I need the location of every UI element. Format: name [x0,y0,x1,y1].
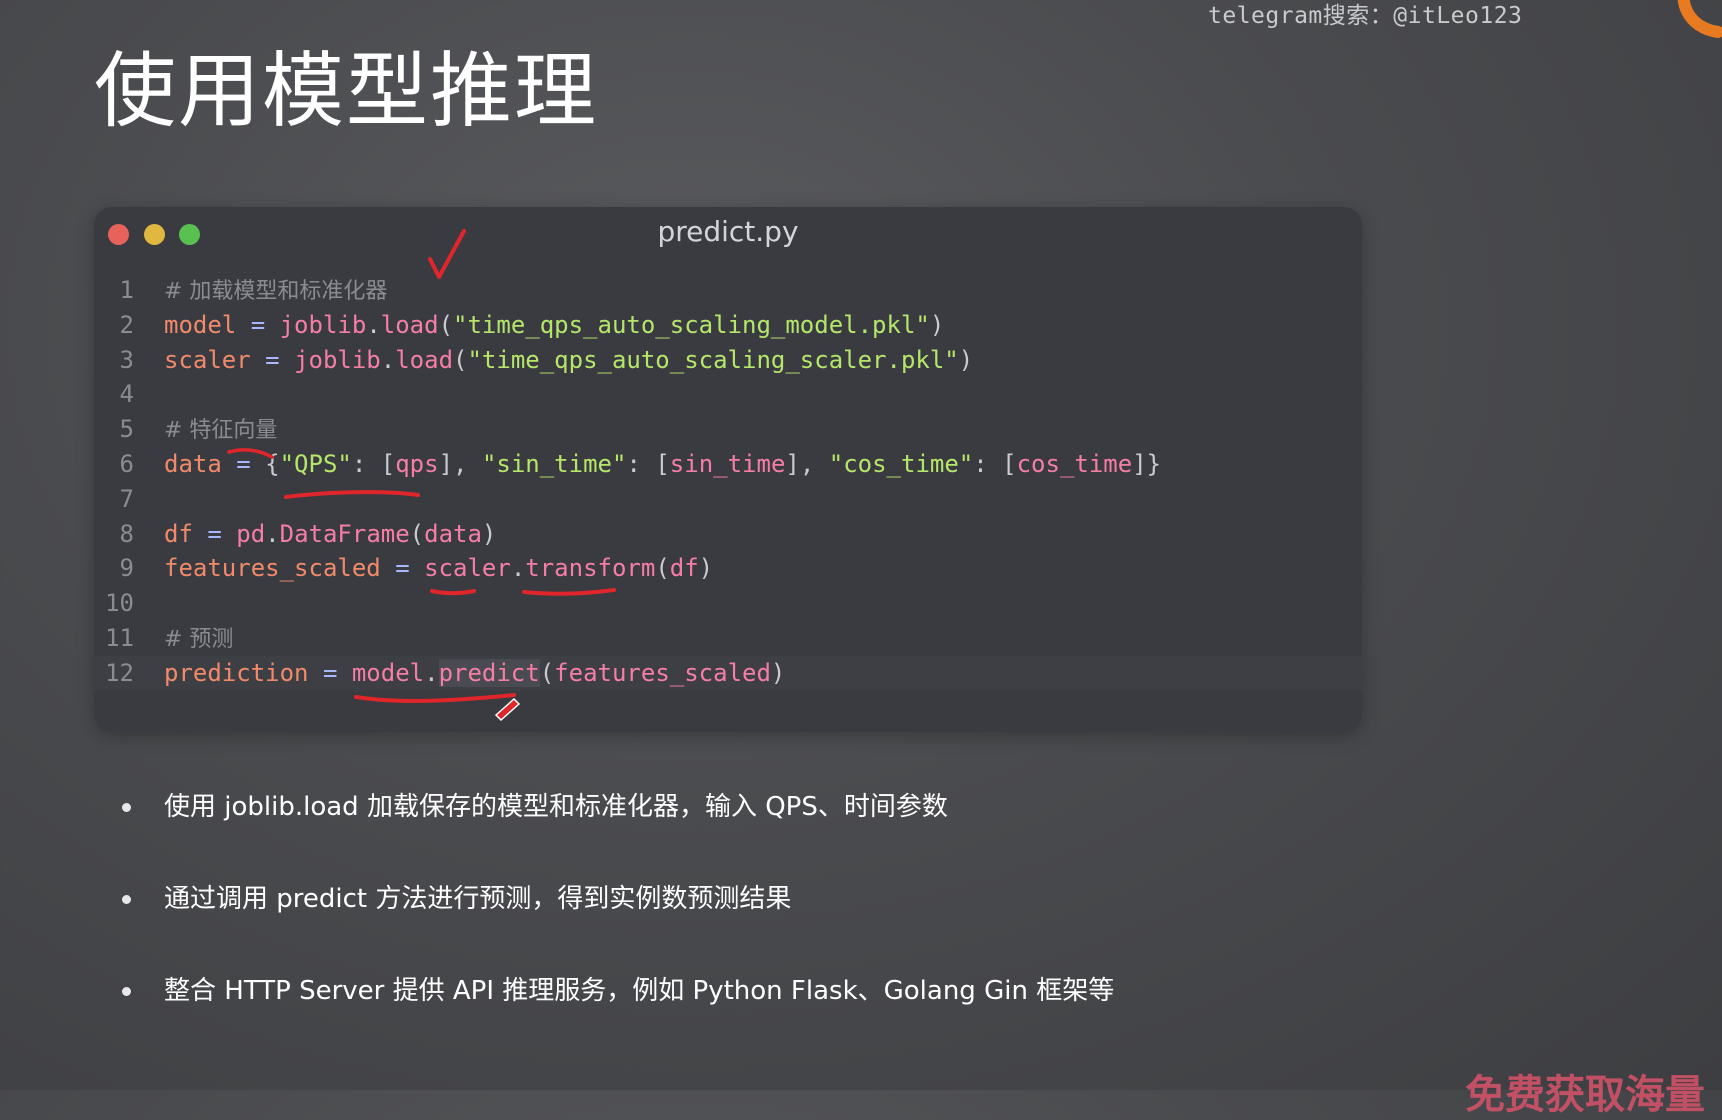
line-number: 7 [119,484,134,513]
code-string: "cos_time" [828,449,974,478]
code-operator: = [236,310,280,339]
code-object: pd [236,519,266,548]
code-object: joblib [294,345,381,374]
code-punct: ], [438,449,482,478]
code-window: predict.py 1 # 加载模型和标准化器 2 model = jobli… [94,207,1362,732]
code-operator: = [380,554,425,583]
code-punct: ], [785,449,829,478]
code-punct: : [ [626,449,670,478]
code-punct: ]} [1132,449,1162,478]
code-dot: . [380,345,396,374]
line-number: 11 [105,623,134,652]
code-paren: ) [929,310,945,339]
code-string: "time_qps_auto_scaling_scaler.pkl" [467,345,959,374]
code-variable-ref: qps [395,449,439,478]
code-line: 1 # 加载模型和标准化器 [94,273,1362,308]
code-string: "time_qps_auto_scaling_model.pkl" [453,310,930,339]
code-operator: = [221,449,266,478]
code-string: "sin_time" [481,449,627,478]
file-name: predict.py [657,215,799,248]
line-number: 10 [105,589,134,618]
code-variable: features_scaled [164,554,381,583]
code-paren: ( [655,554,670,583]
code-object: scaler [424,554,511,583]
code-line: 11 # 预测 [94,621,1362,656]
code-object: joblib [279,310,367,339]
bullet-dot [122,803,131,812]
slide-title: 使用模型推理 [94,44,599,139]
code-object: model [351,658,425,687]
code-paren: ( [438,310,454,339]
bullet-dot [122,987,131,996]
line-number: 1 [119,276,134,304]
line-number: 12 [105,658,134,687]
code-line: 3 scaler = joblib.load("time_qps_auto_sc… [94,343,1362,378]
code-method: transform [525,554,656,583]
code-operator: = [308,658,352,687]
bullet-text: 使用 joblib.load 加载保存的模型和标准化器，输入 QPS、时间参数 [164,792,948,822]
code-paren: ) [481,519,497,548]
code-brace: { [265,449,280,478]
code-variable: data [164,449,222,478]
line-number: 4 [119,380,134,409]
line-number: 6 [119,449,134,478]
code-comment: # 加载模型和标准化器 [164,279,388,304]
pen-cursor-icon [494,697,521,722]
code-variable: scaler [164,345,251,374]
code-argument: df [669,554,699,583]
code-argument: data [424,519,482,548]
code-method: load [395,345,454,374]
underline-annotation [354,693,516,703]
watermark-text: telegram搜索：@itLeo123 [1208,3,1523,29]
code-dot: . [510,554,526,583]
code-line-current: 12 prediction = model.predict(features_s… [94,655,1362,691]
code-variable-ref: cos_time [1016,449,1133,478]
code-line: 10 [94,586,1362,621]
line-number: 3 [119,345,134,374]
line-number: 5 [119,415,134,444]
code-argument: features_scaled [554,658,771,687]
code-variable: model [164,310,237,339]
code-line: 2 model = joblib.load("time_qps_auto_sca… [94,308,1362,343]
code-string: "QPS" [279,449,352,478]
code-dot: . [265,519,280,548]
code-paren: ) [958,345,974,374]
code-variable: df [164,519,193,548]
code-method: load [380,310,439,339]
code-line: 4 [94,377,1362,412]
bullet-text: 整合 HTTP Server 提供 API 推理服务，例如 Python Fla… [164,976,1115,1006]
code-comment: # 预测 [164,626,234,652]
code-paren: ( [539,658,555,687]
code-line: 5 # 特征向量 [94,412,1362,447]
code-punct: : [ [351,449,396,478]
bullet-text: 通过调用 predict 方法进行预测，得到实例数预测结果 [164,884,792,914]
code-dot: . [366,310,381,339]
code-punct: : [ [973,449,1017,478]
orange-logo-icon [1677,0,1722,38]
code-method: DataFrame [279,519,410,548]
code-operator: = [192,519,237,548]
code-dot: . [424,658,439,687]
code-paren: ( [409,519,425,548]
code-line: 8 df = pd.DataFrame(data) [94,517,1362,552]
code-variable: prediction [164,658,309,687]
code-line: 9 features_scaled = scaler.transform(df) [94,551,1362,586]
code-comment: # 特征向量 [164,418,278,444]
bullet-dot [122,895,131,904]
code-variable-ref: sin_time [669,449,786,478]
line-number: 8 [119,519,134,548]
code-line: 7 [94,482,1362,517]
code-paren: ) [698,554,714,583]
bottom-watermark: 免费获取海量 [1465,1072,1705,1118]
line-number: 2 [119,310,134,339]
code-paren: ) [770,658,786,687]
code-line: 6 data = {"QPS": [qps], "sin_time": [sin… [94,447,1362,482]
line-number: 9 [119,554,134,583]
code-block: 1 # 加载模型和标准化器 2 model = joblib.load("tim… [94,273,1362,691]
code-operator: = [250,345,295,374]
code-method: predict [438,658,540,687]
code-paren: ( [453,345,468,374]
